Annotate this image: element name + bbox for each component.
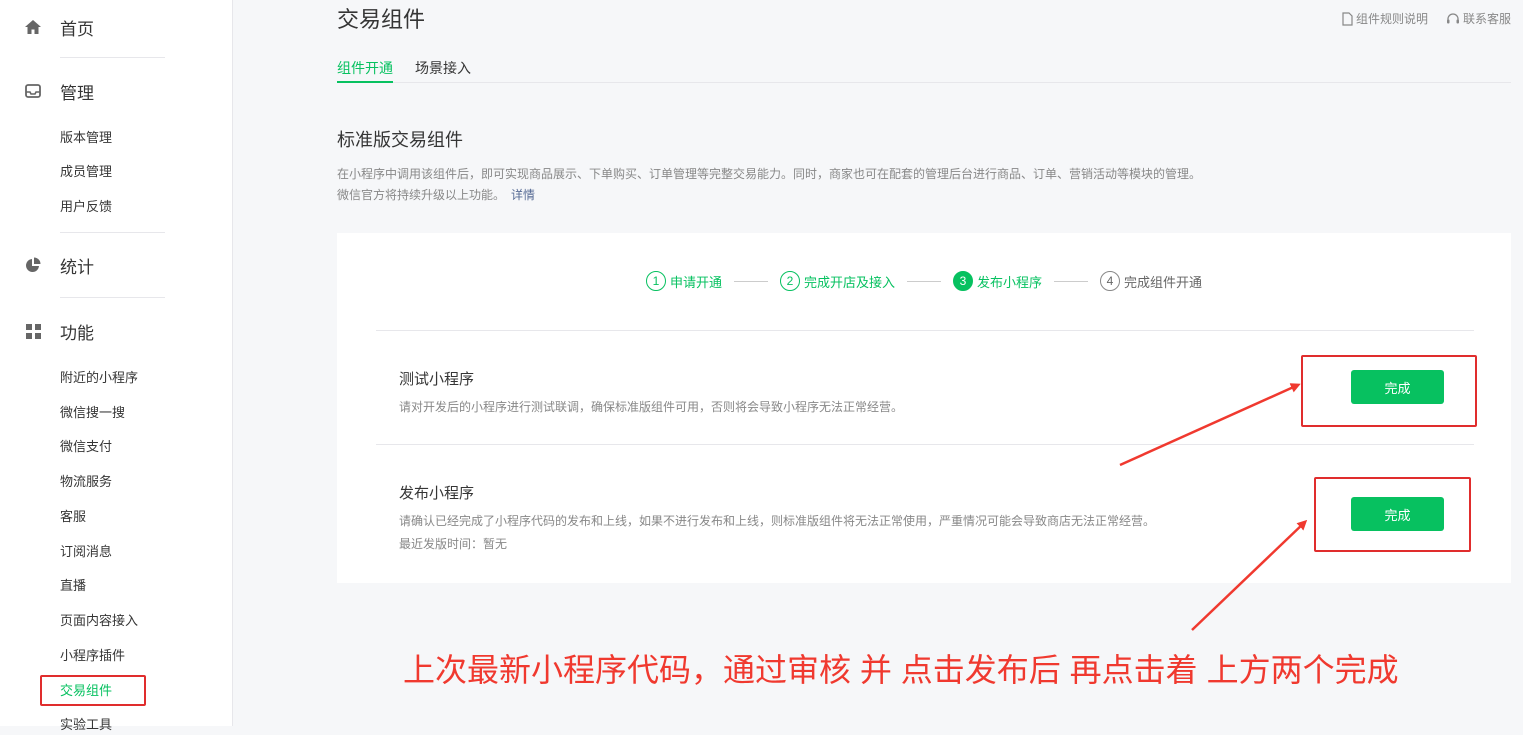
stepper: 1 申请开通 2 完成开店及接入 3 发布小程序 4 完成组件开通 (337, 271, 1511, 291)
sidebar-item-version[interactable]: 版本管理 (60, 128, 112, 148)
nav-features[interactable]: 功能 (24, 316, 94, 346)
sidebar-item-subscribe[interactable]: 订阅消息 (60, 542, 112, 562)
step-2-label: 完成开店及接入 (803, 274, 895, 290)
step-3-number: 3 (953, 271, 973, 291)
sidebar-item-plugin[interactable]: 小程序插件 (60, 646, 125, 666)
divider (376, 330, 1474, 331)
section-description: 在小程序中调用该组件后，即可实现商品展示、下单购买、订单管理等完整交易能力。同时… (337, 164, 1517, 206)
divider (376, 444, 1474, 445)
nav-manage-label: 管理 (60, 83, 94, 103)
step-3-label: 发布小程序 (977, 274, 1043, 290)
highlight-box (1314, 477, 1471, 552)
sidebar-item-experiment[interactable]: 实验工具 (60, 715, 112, 735)
page-title: 交易组件 (337, 7, 426, 32)
test-row-desc: 请对开发后的小程序进行测试联调，确保标准版组件可用，否则将会导致小程序无法正常经… (399, 400, 904, 414)
tab-scene-access[interactable]: 场景接入 (415, 58, 471, 83)
sidebar-item-content[interactable]: 页面内容接入 (60, 611, 138, 631)
nav-features-label: 功能 (60, 323, 94, 343)
rules-link[interactable]: 组件规则说明 (1342, 10, 1428, 27)
divider (60, 232, 165, 233)
sidebar-item-search[interactable]: 微信搜一搜 (60, 403, 125, 423)
nav-home[interactable]: 首页 (24, 12, 94, 42)
step-connector (1054, 280, 1089, 282)
support-link[interactable]: 联系客服 (1446, 10, 1511, 27)
sidebar-item-live[interactable]: 直播 (60, 576, 86, 596)
sidebar-item-logistics[interactable]: 物流服务 (60, 472, 112, 492)
annotation-text: 上次最新小程序代码，通过审核 并 点击发布后 再点击着 上方两个完成 (403, 652, 1399, 688)
sidebar-item-members[interactable]: 成员管理 (60, 162, 112, 182)
support-link-label: 联系客服 (1462, 12, 1511, 26)
desc-line-2: 微信官方将持续升级以上功能。 详情 (337, 185, 1517, 206)
sidebar: 首页 管理 版本管理 成员管理 用户反馈 统计 功能 附近的小程序 微信搜一搜 … (0, 0, 233, 732)
highlight-box (40, 675, 146, 706)
document-icon (1342, 11, 1353, 26)
highlight-box (1301, 355, 1477, 427)
step-2-number: 2 (779, 271, 800, 291)
nav-home-label: 首页 (60, 19, 94, 39)
publish-row-title: 发布小程序 (399, 485, 475, 502)
test-row-title: 测试小程序 (399, 371, 475, 388)
desc-line-1: 在小程序中调用该组件后，即可实现商品展示、下单购买、订单管理等完整交易能力。同时… (337, 167, 1202, 181)
step-1-number: 1 (645, 271, 666, 291)
inbox-icon (24, 82, 42, 100)
section-title: 标准版交易组件 (337, 130, 463, 150)
divider (60, 57, 165, 58)
sidebar-item-nearby[interactable]: 附近的小程序 (60, 368, 138, 388)
detail-link[interactable]: 详情 (511, 188, 535, 202)
step-4: 4 完成组件开通 (1100, 271, 1202, 291)
top-links: 组件规则说明 联系客服 (1342, 10, 1511, 27)
step-connector (907, 280, 941, 282)
pie-chart-icon (24, 256, 42, 274)
rules-link-label: 组件规则说明 (1355, 12, 1428, 26)
nav-manage[interactable]: 管理 (24, 76, 94, 106)
step-4-label: 完成组件开通 (1124, 274, 1203, 290)
tab-bar: 组件开通 场景接入 (337, 58, 1511, 83)
grid-icon (24, 322, 42, 340)
nav-stats[interactable]: 统计 (24, 250, 94, 280)
home-icon (24, 18, 42, 36)
sidebar-item-pay[interactable]: 微信支付 (60, 437, 112, 457)
step-1-label: 申请开通 (669, 274, 722, 290)
divider (60, 297, 165, 298)
headset-icon (1446, 12, 1459, 23)
step-1: 1 申请开通 (645, 271, 722, 291)
last-release-time: 最近发版时间：暂无 (399, 537, 508, 551)
step-4-number: 4 (1100, 271, 1121, 291)
step-2: 2 完成开店及接入 (779, 271, 895, 291)
desc-line-2-text: 微信官方将持续升级以上功能。 (337, 188, 506, 202)
step-connector (733, 280, 768, 282)
sidebar-item-service[interactable]: 客服 (60, 507, 86, 527)
publish-row-desc: 请确认已经完成了小程序代码的发布和上线，如果不进行发布和上线，则标准版组件将无法… (399, 514, 1156, 528)
sidebar-item-feedback[interactable]: 用户反馈 (60, 197, 112, 217)
nav-stats-label: 统计 (60, 257, 94, 277)
step-3: 3 发布小程序 (953, 271, 1042, 291)
tab-component-open[interactable]: 组件开通 (337, 58, 393, 83)
